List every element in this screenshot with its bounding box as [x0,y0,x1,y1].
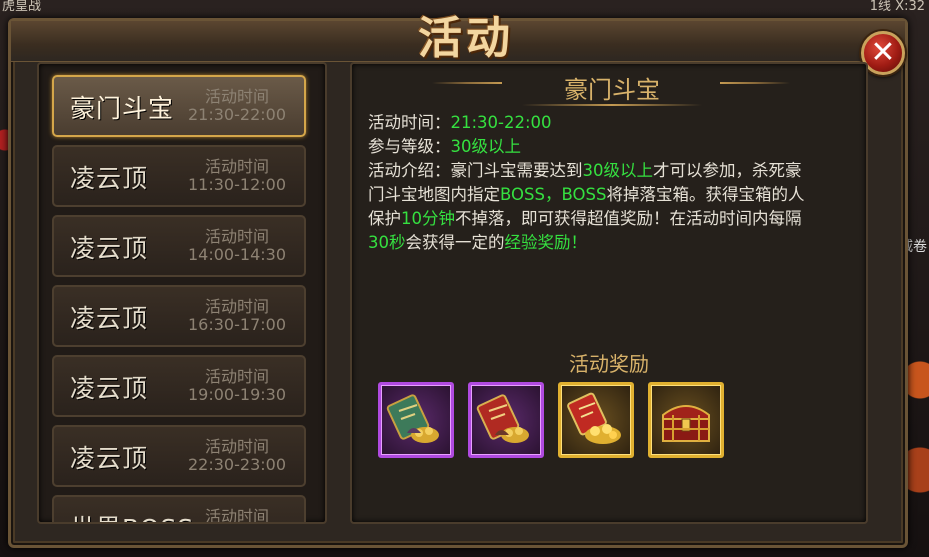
dialog-title-plate: 活动 [381,3,551,65]
activity-item-time: 14:00-14:30 [188,245,286,264]
reward-slot[interactable] [648,382,724,458]
header-ornament-left [432,82,502,84]
header-divider [522,104,702,106]
activity-item-name: 凌云顶 [70,234,149,263]
red-treasure-bag-icon [476,394,529,443]
intro-interval: 30秒 [368,233,406,252]
close-icon: ✕ [870,35,896,70]
hud-top-right-text: 1线 X:32 [869,0,925,14]
activity-item-name: 豪门斗宝 [70,94,175,123]
activity-item[interactable]: 凌云顶 活动时间 22:30-23:00 [52,425,306,487]
intro-text-part: 门斗宝地图内指定 [368,185,500,204]
activity-item-time: 19:00-19:30 [188,385,286,404]
reward-title: 活动奖励 [569,352,649,376]
reward-slot[interactable] [468,382,544,458]
level-value: 30级以上 [450,137,522,156]
header-ornament-right [720,82,790,84]
activity-item-name: 世界BOSS [70,509,194,522]
activity-item-time-label: 活动时间 [204,367,269,386]
intro-text-part: 将掉落宝箱。获得宝箱的人 [606,185,805,204]
intro-protect-time: 10分钟 [401,209,455,228]
intro-text-part: 保护 [368,209,401,228]
intro-reward: 经验奖励！ [504,233,588,252]
intro-text-part: 才可以参加，杀死豪 [653,161,802,180]
level-prefix: 参与等级： [368,137,451,156]
activity-item-time-label: 活动时间 [204,507,269,524]
level-line: 参与等级：30级以上 [368,135,848,159]
activity-item-time-label: 活动时间 [204,157,269,176]
intro-text-part: 不掉落，即可获得超值奖励！在活动时间内每隔 [455,209,802,228]
gold-ingot-bag-icon [567,392,621,444]
hud-top-left-text: 虎皇战 [2,0,42,14]
reward-slot[interactable] [378,382,454,458]
activity-item-time: 16:30-17:00 [188,315,286,334]
detail-title: 豪门斗宝 [564,76,660,104]
intro-text: 活动介绍：豪门斗宝需要达到30级以上才可以参加，杀死豪门斗宝地图内指定BOSS，… [368,159,848,255]
green-treasure-bag-icon [386,394,439,443]
activity-time-line: 活动时间：21:30-22:00 [368,111,848,135]
activity-item-time-label: 活动时间 [204,87,269,106]
activity-time-prefix: 活动时间： [368,113,451,132]
activity-item-name: 凌云顶 [70,374,149,403]
activity-item[interactable]: 世界BOSS 活动时间 [52,495,306,524]
activity-time-value: 21:30-22:00 [450,113,552,132]
intro-prefix: 活动介绍：豪门斗宝需要达到 [368,161,583,180]
activity-item-time: 21:30-22:00 [188,105,286,124]
activity-item[interactable]: 凌云顶 活动时间 14:00-14:30 [52,215,306,277]
activity-item[interactable]: 豪门斗宝 活动时间 21:30-22:00 [52,75,306,137]
activity-item-name: 凌云顶 [70,304,149,333]
activity-item[interactable]: 凌云顶 活动时间 16:30-17:00 [52,285,306,347]
activity-item[interactable]: 凌云顶 活动时间 11:30-12:00 [52,145,306,207]
activity-item-time: 11:30-12:00 [188,175,286,194]
activity-item-name: 凌云顶 [70,444,149,473]
treasure-chest-icon [662,405,710,442]
activity-item[interactable]: 凌云顶 活动时间 19:00-19:30 [52,355,306,417]
reward-list [378,382,728,460]
activity-item-time-label: 活动时间 [204,437,269,456]
reward-slot[interactable] [558,382,634,458]
intro-level: 30级以上 [582,161,654,180]
activity-item-time-label: 活动时间 [204,227,269,246]
intro-text-part: 会获得一定的 [405,233,505,252]
detail-body: 活动时间：21:30-22:00 参与等级：30级以上 活动介绍：豪门斗宝需要达… [368,111,848,255]
activity-item-time-label: 活动时间 [204,297,269,316]
activity-item-time: 22:30-23:00 [188,455,286,474]
activity-detail-panel: 豪门斗宝 活动时间：21:30-22:00 参与等级：30级以上 活动介绍：豪门… [350,62,868,524]
dialog-title: 活动 [418,13,514,64]
activity-item-name: 凌云顶 [70,164,149,193]
intro-boss: BOSS，BOSS [500,185,607,204]
detail-header: 豪门斗宝 [502,74,722,106]
activity-list-panel: 豪门斗宝 活动时间 21:30-22:00 凌云顶 活动时间 11:30-12:… [37,62,327,524]
